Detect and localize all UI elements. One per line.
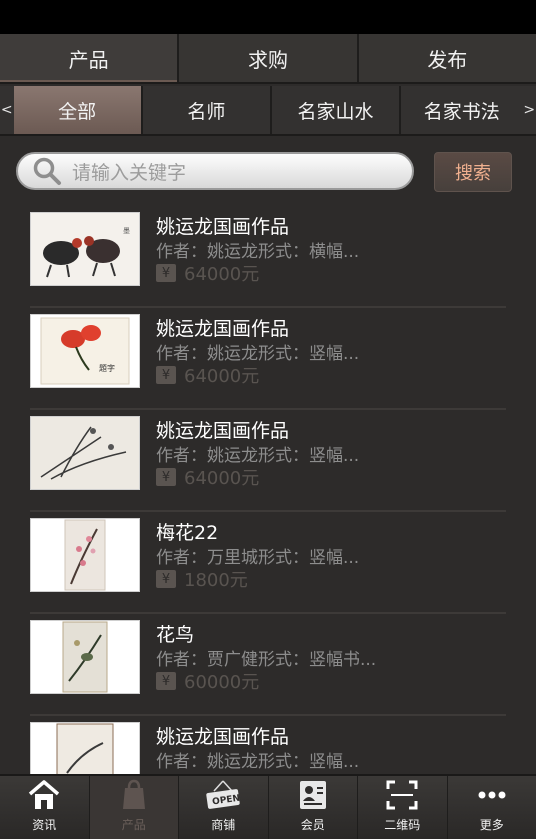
- product-meta: 作者：姚运龙形式：横幅...: [156, 242, 360, 262]
- list-item[interactable]: 梅花22 作者：万里城形式：竖幅... ¥ 1800元: [30, 512, 506, 614]
- open-sign-icon: OPEN: [204, 778, 242, 812]
- product-title[interactable]: 花鸟: [156, 620, 194, 647]
- list-item[interactable]: 花鸟 作者：贾广健形式：竖幅书... ¥ 60000元: [30, 614, 506, 716]
- category-next-arrow-icon[interactable]: >: [522, 86, 536, 134]
- product-thumbnail[interactable]: [30, 722, 140, 774]
- nav-more[interactable]: 更多: [448, 776, 536, 839]
- product-meta: 作者：贾广健形式：竖幅书...: [156, 650, 377, 670]
- orchid-painting-image: [31, 417, 139, 489]
- yen-icon: ¥: [156, 672, 176, 690]
- list-item[interactable]: 墨 姚运龙国画作品 作者：姚运龙形式：横幅... ¥ 64000元: [30, 206, 506, 308]
- yen-icon: ¥: [156, 570, 176, 588]
- product-price: ¥ 1800元: [156, 566, 248, 592]
- category-landscape[interactable]: 名家山水: [272, 86, 402, 134]
- tab-publish[interactable]: 发布: [359, 34, 536, 82]
- tab-products[interactable]: 产品: [0, 34, 180, 82]
- product-title[interactable]: 姚运龙国画作品: [156, 314, 289, 341]
- product-title[interactable]: 姚运龙国画作品: [156, 722, 289, 749]
- price-value: 64000元: [184, 366, 260, 387]
- top-tab-bar: 产品 求购 发布: [0, 34, 536, 84]
- nav-shops[interactable]: OPEN 商铺: [179, 776, 269, 839]
- search-input[interactable]: 请输入关键字: [16, 152, 414, 190]
- search-placeholder: 请输入关键字: [72, 161, 187, 184]
- bag-icon: [117, 778, 151, 812]
- category-bar: < 全部 名师 名家山水 名家书法 >: [0, 86, 536, 136]
- product-title[interactable]: 梅花22: [156, 518, 218, 545]
- category-prev-arrow-icon[interactable]: <: [0, 86, 14, 134]
- yen-icon: ¥: [156, 366, 176, 384]
- price-value: 64000元: [184, 468, 260, 489]
- price-value: 1800元: [184, 570, 248, 591]
- nav-news-label: 资讯: [32, 818, 57, 832]
- ink-painting-image: [31, 723, 139, 774]
- bottom-nav-bar: 资讯 产品 OPEN 商铺 会员 二维码 更多: [0, 774, 536, 839]
- product-price: ¥ 60000元: [156, 668, 259, 694]
- more-dots-icon: [475, 778, 509, 812]
- product-title[interactable]: 姚运龙国画作品: [156, 212, 289, 239]
- product-thumbnail[interactable]: 題字: [30, 314, 140, 388]
- nav-more-label: 更多: [479, 818, 504, 832]
- svg-text:墨: 墨: [123, 227, 130, 235]
- product-title[interactable]: 姚运龙国画作品: [156, 416, 289, 443]
- yen-icon: ¥: [156, 264, 176, 282]
- category-masters[interactable]: 名师: [143, 86, 272, 134]
- bird-flower-painting-image: [31, 621, 139, 693]
- search-row: 请输入关键字 搜索: [0, 136, 536, 206]
- product-price: ¥ 64000元: [156, 260, 259, 286]
- price-value: 60000元: [184, 672, 260, 693]
- nav-shops-label: 商铺: [211, 818, 236, 832]
- search-icon: [33, 157, 61, 185]
- member-card-icon: [296, 778, 330, 812]
- product-thumbnail[interactable]: [30, 620, 140, 694]
- nav-qrcode[interactable]: 二维码: [358, 776, 448, 839]
- product-thumbnail[interactable]: [30, 518, 140, 592]
- nav-products-label: 产品: [121, 818, 146, 832]
- nav-members-label: 会员: [300, 818, 325, 832]
- status-bar: [0, 0, 536, 34]
- rooster-painting-image: 墨: [31, 213, 139, 285]
- tab-purchase-requests[interactable]: 求购: [179, 34, 359, 82]
- nav-qrcode-label: 二维码: [384, 818, 421, 832]
- product-thumbnail[interactable]: 墨: [30, 212, 140, 286]
- yen-icon: ¥: [156, 468, 176, 486]
- product-thumbnail[interactable]: [30, 416, 140, 490]
- price-value: 64000元: [184, 264, 260, 285]
- nav-members[interactable]: 会员: [269, 776, 358, 839]
- product-price: ¥ 64000元: [156, 464, 259, 490]
- flower-painting-image: 題字: [31, 315, 139, 387]
- nav-products[interactable]: 产品: [89, 776, 179, 839]
- list-item[interactable]: 題字 姚运龙国画作品 作者：姚运龙形式：竖幅... ¥ 64000元: [30, 308, 506, 410]
- qr-scan-icon: [385, 778, 419, 812]
- list-item[interactable]: 姚运龙国画作品 作者：姚运龙形式：竖幅... ¥ 64000元: [30, 410, 506, 512]
- list-item[interactable]: 姚运龙国画作品 作者：姚运龙形式：竖幅...: [30, 716, 506, 774]
- search-button[interactable]: 搜索: [434, 152, 512, 192]
- product-price: ¥ 64000元: [156, 362, 259, 388]
- nav-news[interactable]: 资讯: [0, 776, 90, 839]
- svg-text:題字: 題字: [99, 363, 115, 373]
- product-meta: 作者：姚运龙形式：竖幅...: [156, 752, 360, 772]
- product-meta: 作者：姚运龙形式：竖幅...: [156, 446, 360, 466]
- plum-blossom-painting-image: [31, 519, 139, 591]
- category-all[interactable]: 全部: [13, 86, 143, 134]
- home-icon: [27, 778, 61, 812]
- product-meta: 作者：姚运龙形式：竖幅...: [156, 344, 360, 364]
- product-meta: 作者：万里城形式：竖幅...: [156, 548, 360, 568]
- category-calligraphy[interactable]: 名家书法: [401, 86, 522, 134]
- product-list: 墨 姚运龙国画作品 作者：姚运龙形式：横幅... ¥ 64000元 題字 姚运龙…: [0, 206, 536, 774]
